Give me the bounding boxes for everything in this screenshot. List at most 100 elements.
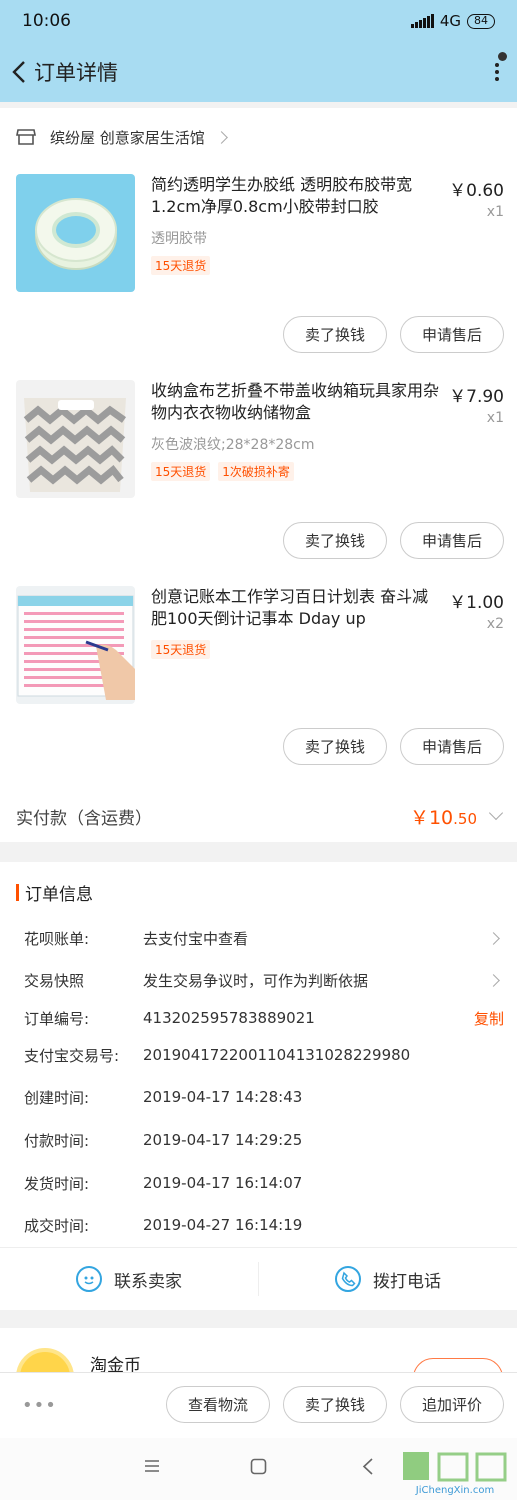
info-value: 2019-04-17 14:29:25 [143,1131,303,1149]
order-info-title: 订单信息 [16,880,93,905]
bottom-action-bar: ••• 查看物流 卖了换钱 追加评价 [0,1372,517,1438]
order-item[interactable]: 创意记账本工作学习百日计划表 奋斗减肥100天倒计记事本 Dday up ￥1.… [0,586,517,786]
product-title: 创意记账本工作学习百日计划表 奋斗减肥100天倒计记事本 Dday up [151,587,429,628]
product-title: 收纳盒布艺折叠不带盖收纳箱玩具家用杂物内衣衣物收纳储物盒 [151,381,440,422]
order-number-row: 订单编号: 413202595783889021 复制 [24,1006,504,1030]
contact-seller-button[interactable]: 联系卖家 [0,1248,258,1310]
huabei-bill-row[interactable]: 花呗账单: 去支付宝中查看 [24,926,504,950]
contact-seller-label: 联系卖家 [114,1271,182,1292]
section-accent-bar [16,884,19,901]
info-key: 支付宝交易号: [24,1046,120,1065]
home-square-icon [250,1458,267,1475]
info-key: 交易快照 [24,971,85,990]
item-actions: 卖了换钱 申请售后 [283,728,504,765]
alipay-trade-number-row: 支付宝交易号: 2019041722001104131028229980 [24,1043,504,1067]
product-price: ￥0.60 [449,181,504,201]
tag-15day-return: 15天退货 [151,640,211,659]
shipping-time-row: 发货时间: 2019-04-17 16:14:07 [24,1171,504,1195]
chat-face-icon [76,1266,102,1292]
back-button[interactable] [4,42,34,102]
tag-15day-return: 15天退货 [151,256,211,275]
shop-header[interactable]: 缤纷屋 创意家居生活馆 [16,124,228,150]
total-paid-amount: ￥10.50 [409,806,477,829]
status-icons: 4G 84 [410,12,495,30]
menu-key[interactable] [144,1458,160,1478]
back-key[interactable] [362,1458,374,1479]
phone-icon [335,1266,361,1292]
chevron-left-icon [12,61,25,83]
info-key: 创建时间: [24,1088,90,1107]
watermark-text: JiChengXin.com [415,1485,495,1496]
info-value: 2019-04-17 14:28:43 [143,1088,303,1106]
gold-coin-icon [16,1348,74,1372]
info-value: 2019041722001104131028229980 [143,1046,411,1064]
add-review-button[interactable]: 追加评价 [400,1386,504,1423]
menu-icon [145,1460,159,1472]
view-logistics-button[interactable]: 查看物流 [166,1386,270,1423]
info-value: 发生交易争议时，可作为判断依据 [143,971,369,990]
chevron-right-icon [214,130,228,144]
battery-icon: 84 [467,13,495,29]
sell-for-cash-button[interactable]: 卖了换钱 [283,316,387,353]
sell-for-cash-button[interactable]: 卖了换钱 [283,1386,387,1423]
product-price: ￥1.00 [449,593,504,613]
bottom-actions: 查看物流 卖了换钱 追加评价 [166,1386,504,1423]
watermark-logo-icon [403,1452,507,1482]
total-paid-row[interactable]: 实付款（含运费） ￥10.50 [0,790,517,842]
item-actions: 卖了换钱 申请售后 [283,316,504,353]
page-title: 订单详情 [34,61,118,85]
sell-for-cash-button[interactable]: 卖了换钱 [283,522,387,559]
order-number: 413202595783889021 [143,1009,315,1027]
shop-icon [16,129,36,145]
site-watermark: JiChengXin.com [399,1450,511,1496]
more-actions-button[interactable]: ••• [22,1395,57,1416]
product-qty: x2 [486,616,504,632]
home-key[interactable] [250,1458,267,1479]
call-phone-label: 拨打电话 [373,1271,441,1292]
total-paid-label: 实付款（含运费） [16,808,152,829]
trade-snapshot-row[interactable]: 交易快照 发生交易争议时，可作为判断依据 [24,968,504,992]
created-time-row: 创建时间: 2019-04-17 14:28:43 [24,1085,504,1109]
network-type: 4G [439,12,461,30]
payment-time-row: 付款时间: 2019-04-17 14:29:25 [24,1128,504,1152]
more-vertical-icon [495,60,499,84]
title-bar: 订单详情 [0,42,517,102]
info-key: 花呗账单: [24,929,90,948]
more-menu-button[interactable] [477,42,517,102]
service-tags: 15天退货 [151,256,211,275]
product-image-tape [16,174,135,292]
contact-bar: 联系卖家 拨打电话 [0,1247,517,1310]
order-item[interactable]: 收纳盒布艺折叠不带盖收纳箱玩具家用杂物内衣衣物收纳储物盒 灰色波浪纹;28*28… [0,380,517,580]
product-title: 简约透明学生办胶纸 透明胶布胶带宽1.2cm净厚0.8cm小胶带封口胶 [151,175,413,216]
info-value: 去支付宝中查看 [143,929,249,948]
order-item[interactable]: 简约透明学生办胶纸 透明胶布胶带宽1.2cm净厚0.8cm小胶带封口胶 透明胶带… [0,174,517,374]
chevron-down-icon [488,805,504,821]
info-value: 2019-04-17 16:14:07 [143,1174,303,1192]
tag-15day-return: 15天退货 [151,462,211,481]
product-sku: 灰色波浪纹;28*28*28cm [151,437,315,453]
tag-damage-reship: 1次破损补寄 [218,462,294,481]
item-actions: 卖了换钱 申请售后 [283,522,504,559]
shop-name: 缤纷屋 创意家居生活馆 [50,128,205,147]
chevron-right-icon [487,973,500,987]
copy-button[interactable]: 复制 [474,1008,504,1029]
product-image-storage-box [16,380,135,498]
completed-time-row: 成交时间: 2019-04-27 16:14:19 [24,1213,504,1237]
taojinbi-card[interactable]: 淘金币 [0,1328,517,1372]
info-key: 发货时间: [24,1174,90,1193]
product-image-planner [16,586,135,704]
product-price: ￥7.90 [449,387,504,407]
info-value: 2019-04-27 16:14:19 [143,1216,303,1234]
info-key: 成交时间: [24,1216,90,1235]
sell-for-cash-button[interactable]: 卖了换钱 [283,728,387,765]
info-key: 订单编号: [24,1009,90,1028]
product-qty: x1 [486,410,504,426]
after-sales-button[interactable]: 申请售后 [400,522,504,559]
notification-dot [498,52,507,61]
after-sales-button[interactable]: 申请售后 [400,316,504,353]
after-sales-button[interactable]: 申请售后 [400,728,504,765]
back-triangle-icon [362,1458,373,1475]
signal-icon [410,14,434,28]
call-phone-button[interactable]: 拨打电话 [259,1248,517,1310]
taojinbi-action-button[interactable] [413,1358,503,1372]
